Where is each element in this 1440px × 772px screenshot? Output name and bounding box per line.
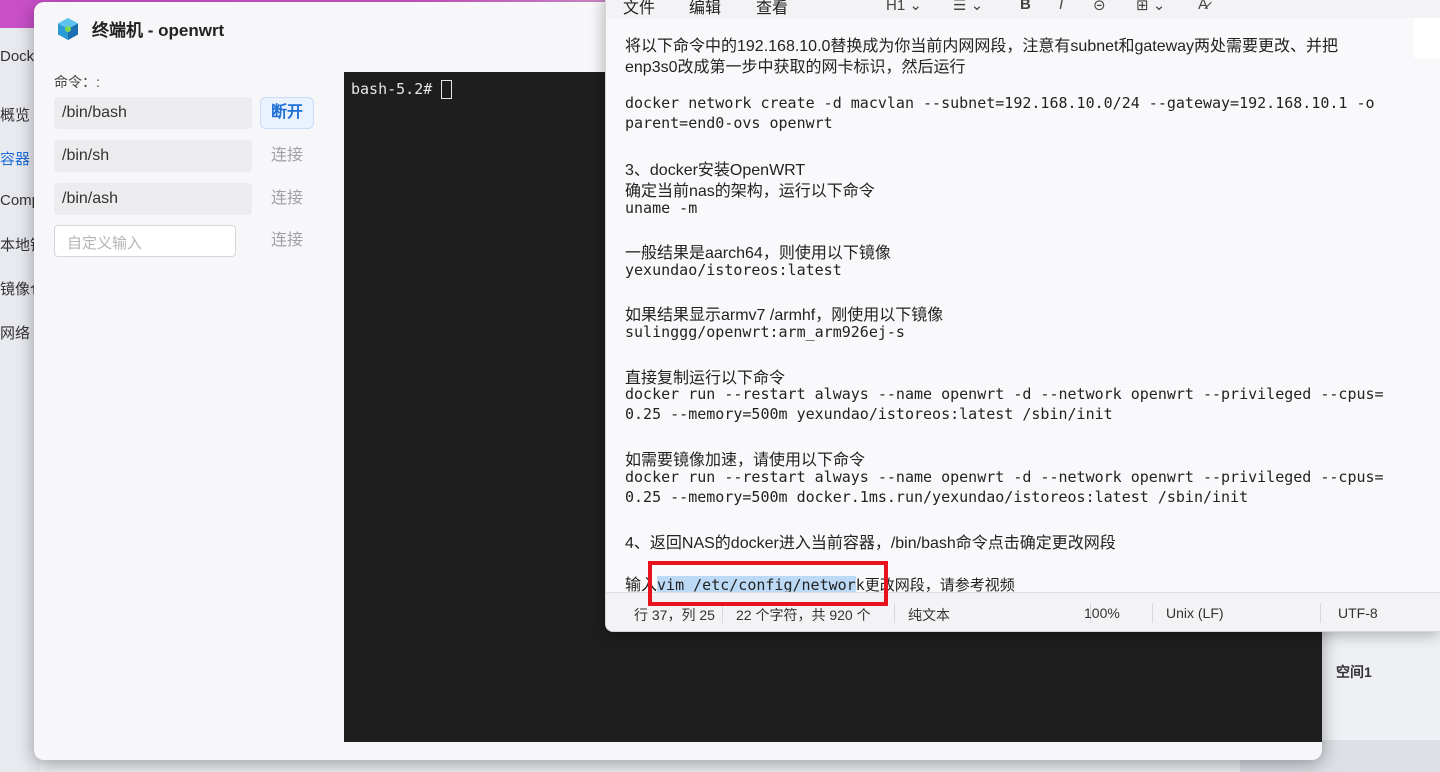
list-dropdown[interactable]: ☰ ⌄ <box>953 0 983 14</box>
command-row-ash: /bin/ash 连接 <box>54 183 316 215</box>
doc-line: uname -m <box>625 199 698 217</box>
bold-button[interactable]: B <box>1020 0 1031 13</box>
doc-line: 确定当前nas的架构，运行以下命令 <box>625 183 875 200</box>
doc-line: docker run --restart always --name openw… <box>625 385 1384 403</box>
menu-file[interactable]: 文件 <box>623 0 655 18</box>
doc-line: 一般结果是aarch64，则使用以下镜像 <box>625 245 891 262</box>
menu-edit[interactable]: 编辑 <box>689 0 721 18</box>
terminal-window-title: 终端机 - openwrt <box>92 21 225 40</box>
line-ending[interactable]: Unix (LF) <box>1166 605 1224 621</box>
sidebar-item-compose[interactable]: Compose <box>0 192 34 209</box>
doc-line: 0.25 --memory=500m docker.1ms.run/yexund… <box>625 488 1249 506</box>
app-logo-icon <box>58 17 78 40</box>
doc-line: enp3s0改成第一步中获取的网卡标识，然后运行 <box>625 59 966 76</box>
red-highlight-box <box>648 561 888 606</box>
doc-line: yexundao/istoreos:latest <box>625 261 842 279</box>
cursor-position[interactable]: 行 37，列 25 <box>634 605 715 625</box>
connect-ash-button[interactable]: 连接 <box>260 183 314 215</box>
terminal-prompt: bash-5.2# <box>351 80 433 98</box>
notepad-window: 文件 编辑 查看 H1 ⌄ ☰ ⌄ B I ⊝ ⊞ ⌄ A̷ 将以下命令中的19… <box>605 0 1440 632</box>
doc-line: docker run --restart always --name openw… <box>625 468 1384 486</box>
doc-line: docker network create -d macvlan --subne… <box>625 94 1375 112</box>
background-space-label: 空间1 <box>1336 664 1372 680</box>
command-row-custom: 自定义输入 连接 <box>54 225 316 257</box>
chevron-down-icon: ⌄ <box>970 0 984 14</box>
command-option-ash[interactable]: /bin/ash <box>54 183 252 215</box>
clear-format-icon[interactable]: A̷ <box>1198 0 1208 13</box>
connect-sh-button[interactable]: 连接 <box>260 140 314 172</box>
sidebar-item-registry[interactable]: 镜像仓库 <box>0 278 34 299</box>
format-mode[interactable]: 纯文本 <box>908 605 950 625</box>
connect-custom-button[interactable]: 连接 <box>260 225 314 257</box>
encoding[interactable]: UTF-8 <box>1338 605 1378 621</box>
table-dropdown[interactable]: ⊞ ⌄ <box>1136 0 1165 14</box>
command-option-bash[interactable]: /bin/bash <box>54 97 252 129</box>
table-icon: ⊞ <box>1136 0 1149 14</box>
background-brand: Dock <box>0 48 34 65</box>
menu-view[interactable]: 查看 <box>756 0 788 18</box>
sidebar-item-containers[interactable]: 容器 <box>0 148 34 169</box>
notepad-menubar: 文件 编辑 查看 H1 ⌄ ☰ ⌄ B I ⊝ ⊞ ⌄ A̷ <box>606 0 1440 18</box>
zoom-level[interactable]: 100% <box>1084 605 1120 621</box>
doc-line: 如果结果显示armv7 /armhf，刚使用以下镜像 <box>625 307 944 324</box>
doc-line: sulinggg/openwrt:arm_arm926ej-s <box>625 323 905 341</box>
doc-line: 0.25 --memory=500m yexundao/istoreos:lat… <box>625 405 1113 423</box>
link-icon[interactable]: ⊝ <box>1093 0 1106 14</box>
notepad-editor[interactable]: 将以下命令中的192.168.10.0替换成为你当前内网网段，注意有subnet… <box>625 32 1430 592</box>
disconnect-button[interactable]: 断开 <box>260 97 314 129</box>
custom-command-input[interactable]: 自定义输入 <box>54 225 236 257</box>
doc-line: 4、返回NAS的docker进入当前容器，/bin/bash命令点击确定更改网段 <box>625 535 1116 552</box>
selection-count: 22 个字符，共 920 个 <box>736 607 871 623</box>
sidebar-item-overview[interactable]: 概览 <box>0 104 34 125</box>
italic-button[interactable]: I <box>1059 0 1063 13</box>
command-row-bash: /bin/bash 断开 <box>54 97 316 129</box>
chevron-down-icon: ⌄ <box>1152 0 1166 14</box>
heading-dropdown[interactable]: H1 ⌄ <box>886 0 922 14</box>
list-icon: ☰ <box>953 0 967 14</box>
terminal-title-bar: 终端机 - openwrt <box>56 16 224 41</box>
sidebar-item-local-images[interactable]: 本地镜像 <box>0 234 34 255</box>
chevron-down-icon: ⌄ <box>909 0 922 14</box>
sidebar-item-network[interactable]: 网络 <box>0 322 34 343</box>
command-label: 命令：: <box>54 74 100 90</box>
doc-line: 如需要镜像加速，请使用以下命令 <box>625 452 866 469</box>
command-option-sh[interactable]: /bin/sh <box>54 140 252 172</box>
doc-line: parent=end0-ovs openwrt <box>625 114 833 132</box>
command-row-sh: /bin/sh 连接 <box>54 140 316 172</box>
terminal-cursor <box>441 80 452 99</box>
heading-label: H1 <box>886 0 906 14</box>
